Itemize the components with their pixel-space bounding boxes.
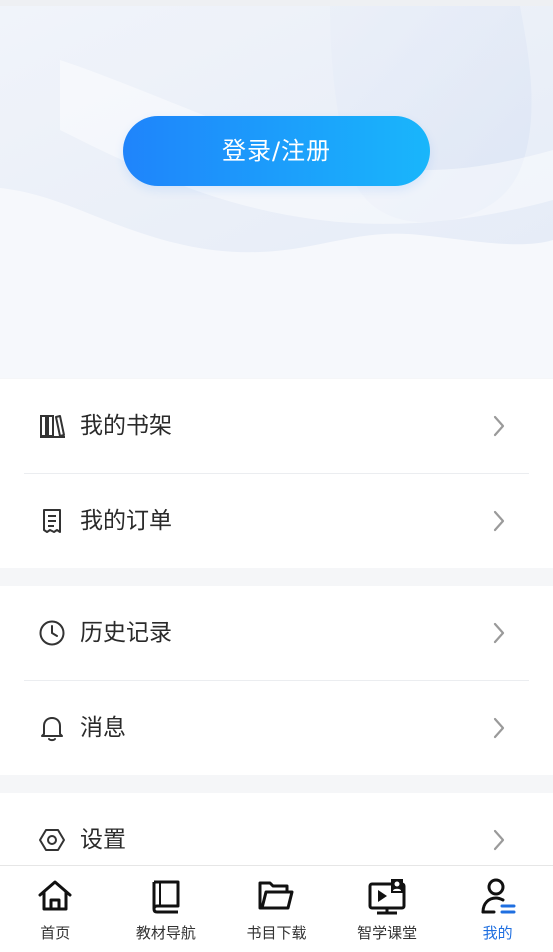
menu-item-my-bookshelf[interactable]: 我的书架 <box>0 379 553 473</box>
user-profile-icon <box>481 878 516 914</box>
tab-home[interactable]: 首页 <box>0 866 111 952</box>
receipt-icon <box>43 509 61 533</box>
tab-label: 教材导航 <box>135 924 196 942</box>
menu-label: 历史记录 <box>80 620 172 646</box>
menu-item-my-orders[interactable]: 我的订单 <box>0 474 553 568</box>
login-register-button[interactable]: 登录/注册 <box>123 116 430 186</box>
menu-label: 我的书架 <box>80 413 172 439</box>
tab-smart-classroom[interactable]: 智学课堂 <box>332 866 443 952</box>
menu-label: 消息 <box>80 715 126 741</box>
tab-label: 首页 <box>40 924 71 942</box>
bottom-tab-bar: 首页 教材导航 书目下载 智学课堂 我的 <box>0 865 553 952</box>
menu-group-library: 我的书架 我的订单 <box>0 379 553 568</box>
bell-icon <box>41 717 63 742</box>
header-background-waves <box>0 0 553 378</box>
tab-catalog-download[interactable]: 书目下载 <box>221 866 332 952</box>
menu-group-settings: 设置 <box>0 793 553 865</box>
folder-icon <box>258 881 294 910</box>
menu-item-settings[interactable]: 设置 <box>0 793 553 865</box>
profile-header: 登录/注册 <box>0 0 553 378</box>
menu-item-history[interactable]: 历史记录 <box>0 586 553 680</box>
classroom-icon <box>368 879 406 915</box>
profile-page: 登录/注册 我的书架 我的订单 历史记录 消息 设置 首页 教材导航 书目下载 … <box>0 0 553 952</box>
menu-group-activity: 历史记录 消息 <box>0 586 553 775</box>
bookshelf-icon <box>40 415 65 438</box>
chevron-right-icon <box>493 510 505 532</box>
chevron-right-icon <box>493 829 505 851</box>
home-icon <box>38 880 72 911</box>
tab-label: 我的 <box>482 924 513 942</box>
chevron-right-icon <box>493 717 505 739</box>
menu-label: 我的订单 <box>80 508 172 534</box>
tab-label: 书目下载 <box>246 924 307 942</box>
menu-item-messages[interactable]: 消息 <box>0 681 553 775</box>
menu-label: 设置 <box>80 827 126 853</box>
clock-icon <box>39 620 65 646</box>
chevron-right-icon <box>493 622 505 644</box>
book-icon <box>152 880 180 914</box>
tab-textbook-navigation[interactable]: 教材导航 <box>111 866 222 952</box>
chevron-right-icon <box>493 415 505 437</box>
tab-mine[interactable]: 我的 <box>442 866 553 952</box>
settings-hexagon-icon <box>39 829 65 851</box>
tab-label: 智学课堂 <box>357 924 418 942</box>
